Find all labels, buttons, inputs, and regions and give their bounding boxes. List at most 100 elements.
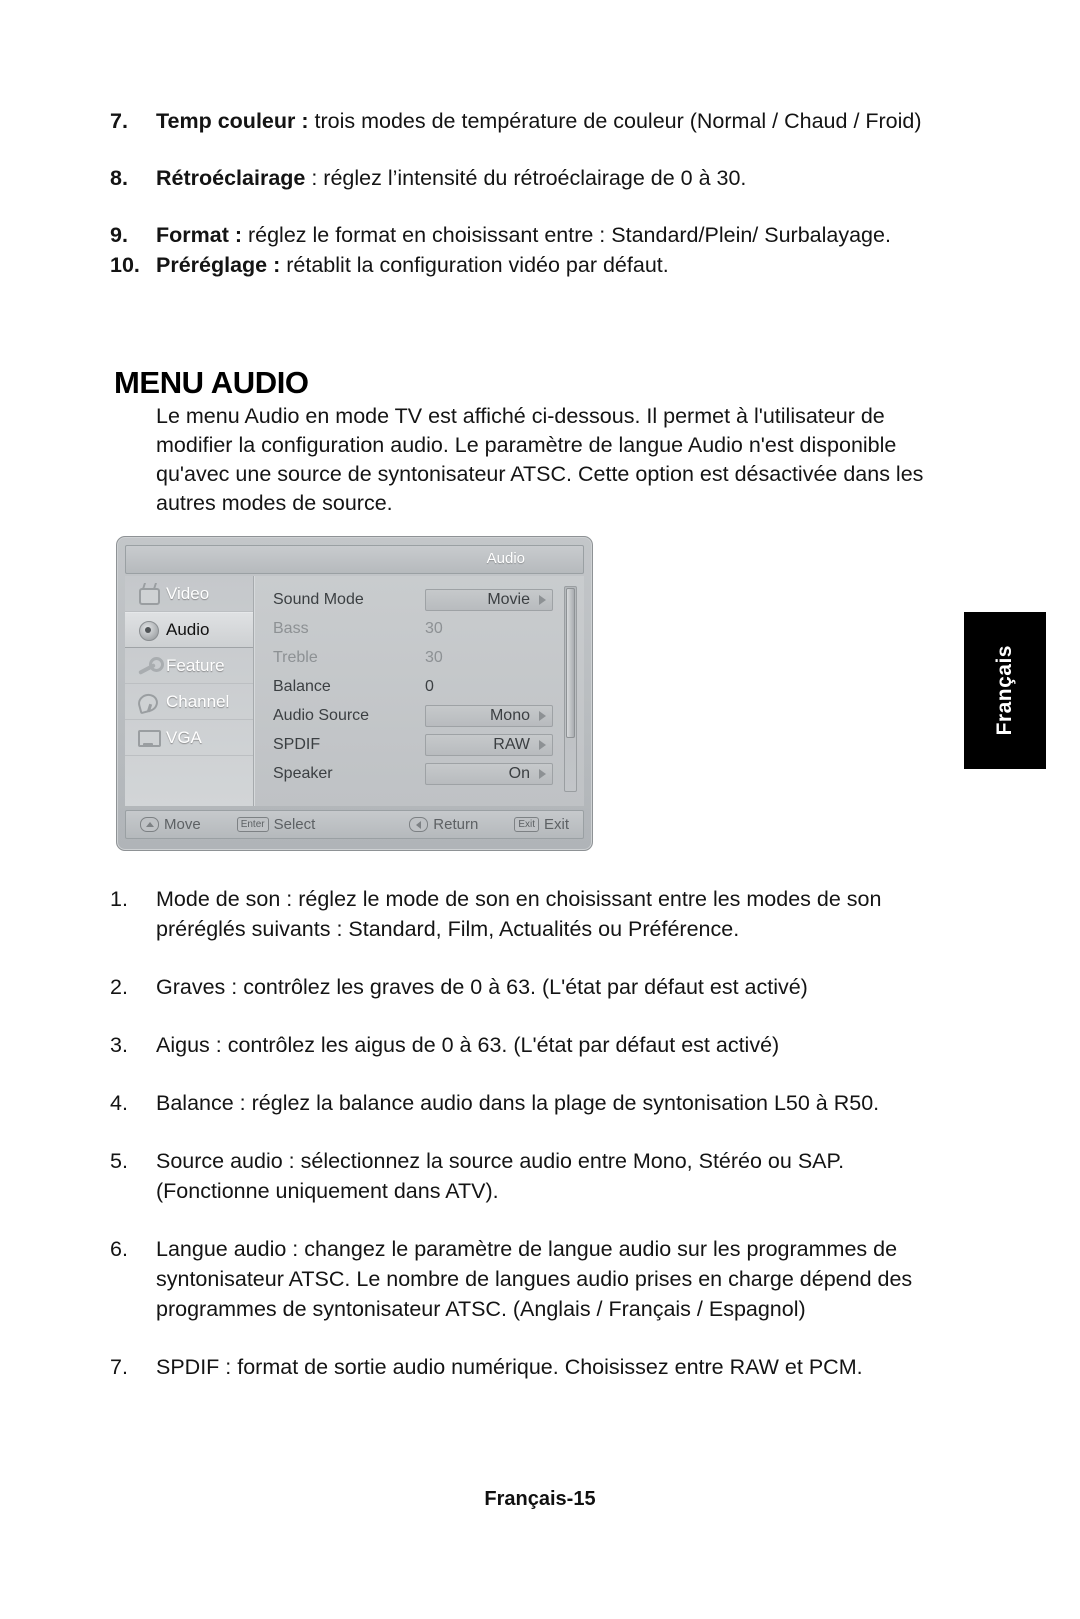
list-item-number: 3. — [110, 1033, 128, 1057]
list-item-text: Aigus : contrôlez les aigus de 0 à 63. (… — [156, 1033, 780, 1057]
list-item-text: Balance : réglez la balance audio dans l… — [156, 1091, 880, 1115]
list-item: 5. Source audio : sélectionnez la source… — [110, 1146, 950, 1206]
setting-value-box[interactable]: RAW — [425, 733, 553, 756]
list-item-number: 6. — [110, 1237, 128, 1261]
scrollbar-thumb[interactable] — [566, 588, 575, 738]
video-menu-item-list: 7. Temp couleur : trois modes de tempéra… — [110, 106, 950, 307]
hint-move: Move — [140, 816, 201, 833]
list-item: 1. Mode de son : réglez le mode de son e… — [110, 884, 950, 944]
sidebar-item-label: Audio — [166, 620, 210, 639]
sidebar-item-vga[interactable]: VGA — [125, 720, 253, 756]
scrollbar[interactable] — [564, 586, 577, 792]
language-tab-label: Français — [993, 645, 1016, 736]
tv-icon — [137, 584, 160, 605]
hint-return-label: Return — [433, 816, 479, 833]
list-item-body: Préréglage : rétablit la configuration v… — [156, 250, 950, 280]
setting-row-audio-source[interactable]: Audio Source Mono — [255, 701, 584, 730]
manual-page: 7. Temp couleur : trois modes de tempéra… — [0, 0, 1080, 1619]
sidebar-item-label: Feature — [166, 655, 225, 675]
sidebar-item-audio[interactable]: Audio — [125, 612, 253, 648]
sidebar-item-feature[interactable]: Feature — [125, 648, 253, 684]
list-item-text: trois modes de température de couleur (N… — [308, 109, 922, 133]
setting-label: Treble — [273, 648, 318, 666]
setting-value: 0 — [425, 677, 434, 695]
hint-select: Enter Select — [236, 816, 316, 833]
setting-label: Balance — [273, 677, 331, 695]
dpad-icon — [140, 817, 159, 832]
chevron-right-icon — [539, 594, 546, 605]
list-item-number: 4. — [110, 1091, 128, 1115]
enter-key-icon: Enter — [236, 817, 269, 832]
setting-row-balance[interactable]: Balance 0 — [255, 672, 584, 701]
list-item-text: Mode de son : réglez le mode de son en c… — [156, 887, 882, 941]
list-item-text: Graves : contrôlez les graves de 0 à 63.… — [156, 975, 808, 999]
chevron-right-icon — [539, 710, 546, 721]
list-item-number: 7. — [110, 109, 128, 133]
list-item-text: SPDIF : format de sortie audio numérique… — [156, 1355, 863, 1379]
hint-select-label: Select — [273, 816, 316, 833]
list-item-number: 9. — [110, 223, 128, 247]
back-key-icon — [409, 817, 429, 832]
list-item-lead: Préréglage : — [156, 253, 281, 277]
osd-audio-menu: Audio Video Audio Feature Channel VGA So… — [116, 536, 593, 851]
list-item: 7. SPDIF : format de sortie audio numéri… — [110, 1352, 950, 1382]
setting-row-sound-mode[interactable]: Sound Mode Movie — [255, 585, 584, 614]
list-item: 9. Format : réglez le format en choisiss… — [110, 220, 950, 250]
list-item: 8. Rétroéclairage : réglez l’intensité d… — [110, 163, 950, 193]
list-item-number: 1. — [110, 887, 128, 911]
osd-settings-panel: Sound Mode Movie Bass 30 Treble 30 Balan… — [254, 576, 584, 806]
list-item: 3. Aigus : contrôlez les aigus de 0 à 63… — [110, 1030, 950, 1060]
list-item-lead: Rétroéclairage — [156, 166, 306, 190]
setting-value: On — [508, 764, 530, 782]
setting-row-bass[interactable]: Bass 30 — [255, 614, 584, 643]
list-item-lead: Format : — [156, 223, 242, 247]
page-number-footer: Français-15 — [484, 1488, 596, 1510]
list-item-lead: Temp couleur : — [156, 109, 309, 133]
list-item-body: Rétroéclairage : réglez l’intensité du r… — [156, 163, 950, 193]
hint-return: Return — [409, 816, 478, 833]
hint-move-label: Move — [164, 816, 201, 833]
language-tab: Français — [964, 612, 1046, 769]
setting-value-box[interactable]: On — [425, 762, 553, 785]
setting-row-spdif[interactable]: SPDIF RAW — [255, 730, 584, 759]
list-item-text: Source audio : sélectionnez la source au… — [156, 1149, 845, 1203]
list-item-number: 10. — [110, 253, 140, 277]
chevron-right-icon — [539, 768, 546, 779]
list-item: 2. Graves : contrôlez les graves de 0 à … — [110, 972, 950, 1002]
osd-footer-hints: Move Enter Select Return Exit Exit — [125, 810, 584, 839]
setting-label: Speaker — [273, 764, 333, 782]
intro-paragraph: Le menu Audio en mode TV est affiché ci-… — [156, 404, 924, 515]
setting-row-treble[interactable]: Treble 30 — [255, 643, 584, 672]
audio-menu-item-list: 1. Mode de son : réglez le mode de son e… — [110, 884, 950, 1410]
list-item-body: Temp couleur : trois modes de températur… — [156, 106, 950, 136]
osd-body: Video Audio Feature Channel VGA Sound Mo… — [125, 576, 584, 806]
sidebar-item-label: Video — [166, 583, 210, 603]
hint-exit: Exit Exit — [514, 816, 569, 833]
setting-label: Sound Mode — [273, 590, 364, 608]
setting-value: 30 — [425, 619, 443, 637]
setting-value-box[interactable]: Movie — [425, 588, 553, 611]
setting-value-box[interactable]: Mono — [425, 704, 553, 727]
sidebar-item-label: Channel — [166, 691, 230, 711]
setting-row-speaker[interactable]: Speaker On — [255, 759, 584, 788]
hint-exit-label: Exit — [544, 816, 570, 833]
sidebar-item-channel[interactable]: Channel — [125, 684, 253, 720]
osd-title-bar: Audio — [125, 545, 584, 574]
sidebar-item-label: VGA — [166, 727, 202, 747]
sidebar-item-video[interactable]: Video — [125, 576, 253, 612]
list-item-number: 5. — [110, 1149, 128, 1173]
list-item-number: 8. — [110, 166, 128, 190]
monitor-icon — [137, 728, 161, 748]
setting-value: RAW — [493, 735, 530, 753]
list-item: 6. Langue audio : changez le paramètre d… — [110, 1234, 950, 1324]
list-item-number: 7. — [110, 1355, 128, 1379]
setting-label: Bass — [273, 619, 309, 637]
list-item: 4. Balance : réglez la balance audio dan… — [110, 1088, 950, 1118]
list-item-text: réglez le format en choisissant entre : … — [242, 223, 891, 247]
setting-label: Audio Source — [273, 706, 370, 724]
speaker-icon — [137, 620, 159, 641]
exit-key-icon: Exit — [514, 817, 539, 832]
list-item-text: rétablit la configuration vidéo par défa… — [280, 253, 669, 277]
list-item-body: Format : réglez le format en choisissant… — [156, 220, 950, 250]
list-item-text: : réglez l’intensité du rétroéclairage d… — [305, 166, 747, 190]
